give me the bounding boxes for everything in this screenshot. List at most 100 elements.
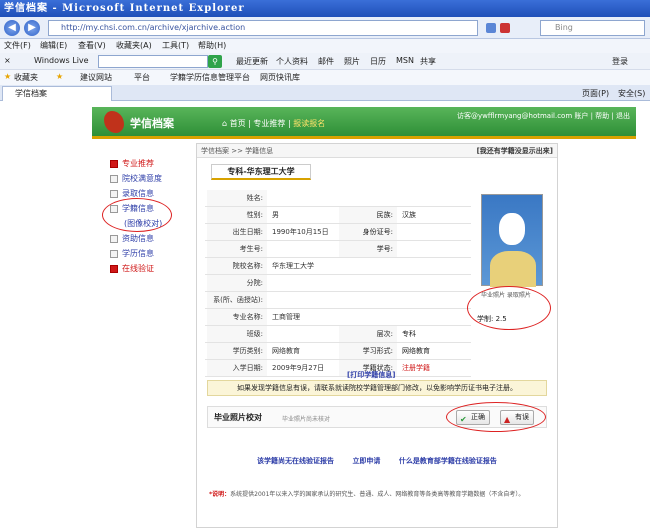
- safety-menu[interactable]: 安全(S): [618, 88, 645, 99]
- sidebar-item-label: 院校满意度: [122, 174, 162, 183]
- close-toolbar-icon[interactable]: ×: [4, 56, 11, 65]
- live-signin[interactable]: 登录: [612, 56, 628, 67]
- field-label: 层次:: [339, 326, 397, 342]
- field-value: 2009年9月27日: [272, 364, 325, 372]
- what-is-report-link[interactable]: 什么是教育部学籍在线验证报告: [399, 457, 497, 465]
- nav-apply[interactable]: 报读报名: [293, 119, 325, 128]
- print-xueji-link[interactable]: [打印学籍信息]: [347, 370, 395, 380]
- sidebar-item-aid[interactable]: 资助信息: [110, 231, 190, 246]
- site-logo-text: 学信档案: [130, 117, 174, 130]
- address-bar: ◀ ▶ http://my.chsi.com.cn/archive/xjarch…: [0, 17, 650, 39]
- field-label: 考生号:: [207, 241, 267, 257]
- live-item-updates[interactable]: 最近更新: [236, 56, 268, 67]
- field-value: [269, 241, 272, 257]
- square-icon: [110, 175, 118, 183]
- live-item-photos[interactable]: 照片: [344, 56, 360, 67]
- photo-shirt: [490, 251, 536, 287]
- fav-item-xueji-platform[interactable]: 学籍学历信息管理平台: [170, 72, 250, 83]
- refresh-icon[interactable]: [486, 23, 496, 33]
- status-badge: 注册学籍: [402, 364, 430, 372]
- table-row: 专业名称: 工商管理: [205, 309, 471, 326]
- field-label: 姓名:: [207, 190, 267, 206]
- live-item-msn[interactable]: MSN: [396, 56, 414, 65]
- face-blur: [499, 213, 525, 245]
- table-row: 系(所、函授站):: [205, 292, 471, 309]
- fav-item-webslice[interactable]: 网页快讯库: [260, 72, 300, 83]
- tab-school[interactable]: 专科-华东理工大学: [211, 164, 311, 180]
- sidebar-item-verify[interactable]: 在线验证: [110, 261, 190, 276]
- table-row: 学历类别: 网络教育 学习形式: 网络教育: [205, 343, 471, 360]
- menu-tools[interactable]: 工具(T): [162, 40, 189, 51]
- field-label: 分院:: [207, 275, 267, 291]
- add-favorite-icon[interactable]: ★: [56, 72, 63, 81]
- forward-icon[interactable]: ▶: [24, 20, 40, 36]
- header-user-info[interactable]: 访客@ywfflrmyang@hotmail.com 账户 | 帮助 | 退出: [457, 111, 630, 121]
- nav-home[interactable]: 首页: [230, 119, 246, 128]
- note-body: 系统提供2001年以来入学的国家承认的研究生、普通、成人、网络教育等各类高等教育…: [230, 491, 525, 498]
- field-label: 出生日期:: [207, 224, 267, 240]
- field-value: [269, 190, 272, 206]
- menu-favorites[interactable]: 收藏夹(A): [116, 40, 152, 51]
- apply-now-link[interactable]: 立即申请: [352, 457, 380, 465]
- page-content: 学信档案 ⌂ 首页 | 专业推荐 | 报读报名 访客@ywfflrmyang@h…: [0, 101, 650, 528]
- field-value: 专科: [402, 330, 416, 338]
- sidebar-item-label: 专业推荐: [122, 159, 154, 168]
- xuexin-logo-icon: [104, 111, 124, 133]
- tab-xuexin[interactable]: 学信档案: [2, 86, 112, 101]
- fav-item-suggested[interactable]: 建议网站: [80, 72, 112, 83]
- live-search-input[interactable]: [98, 55, 208, 68]
- live-item-calendar[interactable]: 日历: [370, 56, 386, 67]
- sidebar-item-recommend[interactable]: 专业推荐: [110, 156, 190, 171]
- sidebar-item-satisfaction[interactable]: 院校满意度: [110, 171, 190, 186]
- favorites-star-icon[interactable]: ★: [4, 72, 11, 81]
- field-label: 性别:: [207, 207, 267, 223]
- square-icon: [110, 160, 118, 168]
- breadcrumb-text: 学信档案 >> 学籍信息: [201, 147, 274, 155]
- field-value: [399, 224, 402, 240]
- field-value: 工商管理: [272, 313, 300, 321]
- table-row: 性别: 男 民族: 汉族: [205, 207, 471, 224]
- tab-bar: 学信档案 页面(P) 安全(S): [0, 85, 650, 101]
- bottom-links: 该学籍尚无在线验证报告 立即申请 什么是教育部学籍在线验证报告: [257, 456, 513, 466]
- table-row: 出生日期: 1990年10月15日 身份证号:: [205, 224, 471, 241]
- main-panel: 学信档案 >> 学籍信息 [我还有学籍没显示出来] 专科-华东理工大学 姓名: …: [196, 143, 558, 528]
- menu-file[interactable]: 文件(F): [4, 40, 31, 51]
- field-value: 华东理工大学: [272, 262, 314, 270]
- field-value: [269, 292, 272, 308]
- field-value: 1990年10月15日: [272, 228, 329, 236]
- stop-icon[interactable]: [500, 23, 510, 33]
- live-item-mail[interactable]: 邮件: [318, 56, 334, 67]
- student-photo: [481, 194, 543, 287]
- page-menu[interactable]: 页面(P): [582, 88, 609, 99]
- field-label: 专业名称:: [207, 309, 267, 325]
- menu-help[interactable]: 帮助(H): [198, 40, 226, 51]
- no-report-text: 该学籍尚无在线验证报告: [257, 457, 334, 465]
- missing-xueji-link[interactable]: [我还有学籍没显示出来]: [477, 144, 553, 158]
- field-label: 入学日期:: [207, 360, 267, 376]
- favorites-label[interactable]: 收藏夹: [14, 72, 38, 83]
- search-input[interactable]: Bing: [540, 20, 645, 36]
- field-label: 学历类别:: [207, 343, 267, 359]
- red-circle-annotation: [467, 286, 551, 330]
- menu-view[interactable]: 查看(V): [78, 40, 106, 51]
- menu-edit[interactable]: 编辑(E): [40, 40, 67, 51]
- field-value: [269, 275, 272, 291]
- back-icon[interactable]: ◀: [4, 20, 20, 36]
- nav-recommend[interactable]: 专业推荐: [253, 119, 285, 128]
- live-item-share[interactable]: 共享: [420, 56, 436, 67]
- field-label: 学号:: [339, 241, 397, 257]
- nav-separator: |: [248, 119, 251, 128]
- windows-live-toolbar: × Windows Live ⚲ 最近更新 个人资料 邮件 照片 日历 MSN …: [0, 53, 650, 70]
- sidebar-item-xueli[interactable]: 学历信息: [110, 246, 190, 261]
- fav-item-platform[interactable]: 平台: [134, 72, 150, 83]
- field-label: 班级:: [207, 326, 267, 342]
- verify-hint: 毕业照片尚未核对: [282, 416, 331, 423]
- verify-title: 毕业照片校对: [214, 413, 262, 422]
- field-label: 学习形式:: [339, 343, 397, 359]
- square-icon: [110, 190, 118, 198]
- url-input[interactable]: http://my.chsi.com.cn/archive/xjarchive.…: [48, 20, 478, 36]
- header-nav: ⌂ 首页 | 专业推荐 | 报读报名: [222, 118, 325, 129]
- live-item-profile[interactable]: 个人资料: [276, 56, 308, 67]
- live-search-go-icon[interactable]: ⚲: [208, 55, 222, 68]
- field-label: 院校名称:: [207, 258, 267, 274]
